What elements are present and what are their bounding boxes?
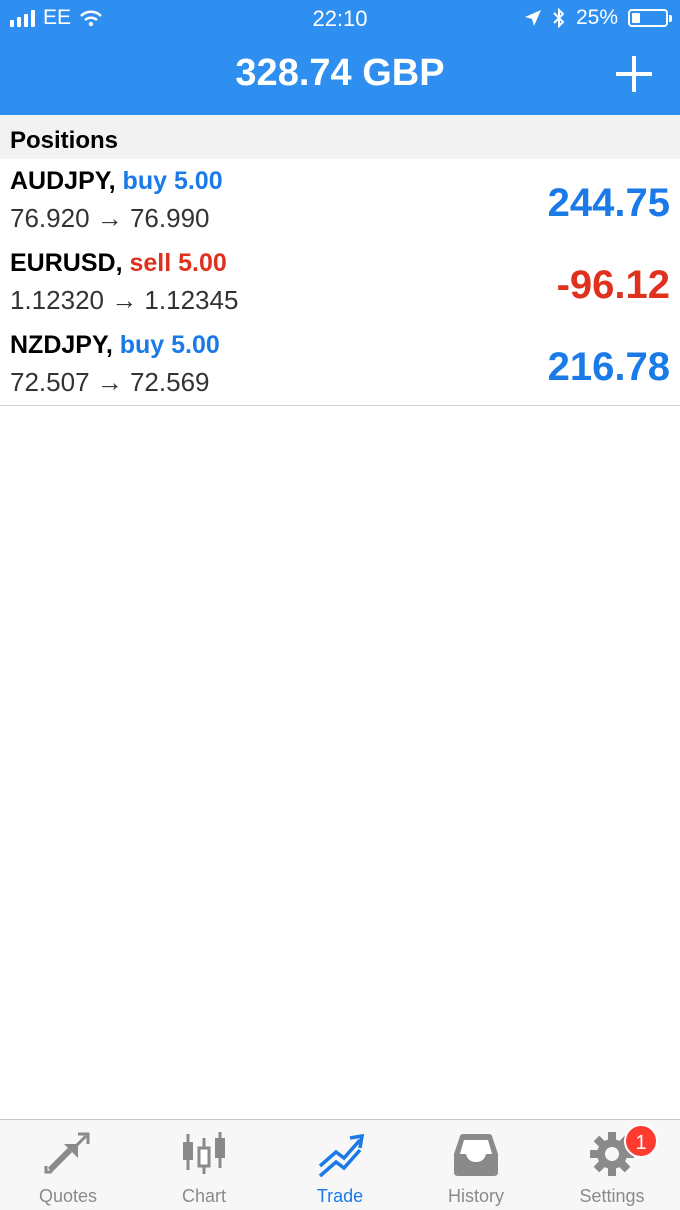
quotes-icon bbox=[44, 1132, 90, 1174]
position-side: buy 5.00 bbox=[119, 331, 220, 359]
history-icon bbox=[454, 1134, 498, 1176]
position-symbol: NZDJPY, bbox=[10, 331, 113, 359]
position-profit: 216.78 bbox=[547, 345, 670, 389]
tab-label: Settings bbox=[579, 1186, 645, 1206]
tab-trade[interactable]: Trade bbox=[272, 1120, 408, 1210]
tab-bar: Quotes Chart Trade History Settings bbox=[0, 1119, 680, 1210]
add-order-button[interactable] bbox=[616, 56, 652, 92]
location-icon bbox=[524, 10, 541, 26]
position-side: buy 5.00 bbox=[122, 167, 223, 195]
position-prices: 1.12320 → 1.12345 bbox=[10, 285, 239, 315]
bluetooth-icon bbox=[553, 8, 565, 28]
position-row[interactable]: NZDJPY, buy 5.00 72.507 → 72.569 216.78 bbox=[0, 323, 680, 406]
account-balance: 328.74 GBP bbox=[235, 52, 445, 94]
tab-chart[interactable]: Chart bbox=[136, 1120, 272, 1210]
tab-label: Trade bbox=[316, 1186, 364, 1206]
trade-icon bbox=[318, 1133, 364, 1178]
position-row[interactable]: EURUSD, sell 5.00 1.12320 → 1.12345 -96.… bbox=[0, 241, 680, 324]
tab-label: Chart bbox=[181, 1186, 226, 1206]
position-prices: 72.507 → 72.569 bbox=[10, 367, 210, 397]
position-prices: 76.920 → 76.990 bbox=[10, 203, 210, 233]
tab-settings[interactable]: Settings bbox=[544, 1120, 680, 1210]
position-symbol: EURUSD, bbox=[10, 249, 123, 277]
status-bar: EE 22:10 25% bbox=[0, 0, 680, 36]
settings-notification-badge: 1 bbox=[624, 1124, 658, 1158]
position-profit: -96.12 bbox=[556, 263, 670, 307]
app-header: EE 22:10 25% 328.74 GBP bbox=[0, 0, 680, 115]
position-symbol: AUDJPY, bbox=[10, 167, 116, 195]
tab-label: History bbox=[447, 1186, 504, 1206]
tab-quotes[interactable]: Quotes bbox=[0, 1120, 136, 1210]
tab-history[interactable]: History bbox=[408, 1120, 544, 1210]
position-row[interactable]: AUDJPY, buy 5.00 76.920 → 76.990 244.75 bbox=[0, 159, 680, 242]
positions-section-header: Positions bbox=[0, 115, 680, 159]
position-profit: 244.75 bbox=[547, 181, 670, 225]
battery-percent: 25% bbox=[575, 6, 618, 29]
tab-label: Quotes bbox=[38, 1186, 98, 1206]
position-side: sell 5.00 bbox=[129, 249, 227, 277]
chart-icon bbox=[183, 1132, 225, 1174]
section-title: Positions bbox=[10, 127, 119, 154]
battery-icon bbox=[628, 9, 672, 27]
